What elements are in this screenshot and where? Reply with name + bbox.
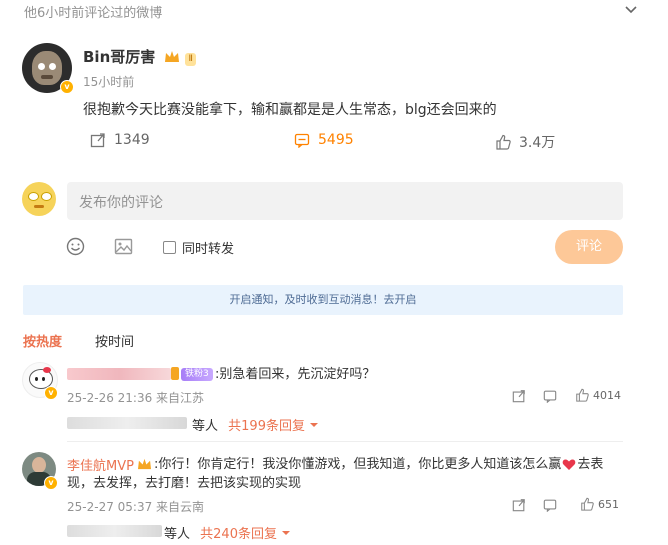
author-line: Bin哥厉害 Ⅱ [83, 46, 196, 67]
comment-input[interactable]: 发布你的评论 [67, 182, 623, 220]
caret-down-icon [282, 531, 291, 535]
thumbs-up-icon [581, 497, 594, 511]
level-badge: Ⅱ [185, 53, 196, 66]
tab-sort-time[interactable]: 按时间 [95, 331, 134, 350]
tab-sort-hot[interactable]: 按热度 [23, 331, 62, 350]
repost-option[interactable]: 同时转发 [163, 238, 234, 257]
comment-reply-icon[interactable] [543, 497, 557, 516]
heart-icon [563, 459, 576, 470]
like-button[interactable]: 3.4万 [495, 132, 555, 152]
replies-suffix: 等人 [164, 527, 191, 542]
submit-comment-button[interactable]: 评论 [555, 230, 623, 264]
comment-like-count: 4014 [593, 388, 621, 402]
thumbs-up-icon [576, 388, 589, 402]
repost-count: 1349 [114, 132, 150, 148]
repost-checkbox[interactable] [163, 241, 176, 254]
comment-author-name[interactable]: 李佳航MVP [67, 455, 134, 474]
comment-author-redacted[interactable] [67, 368, 171, 380]
emoji-icon[interactable] [66, 237, 85, 260]
my-avatar[interactable] [22, 182, 56, 216]
comment-text-line2: 现，去发挥，去打磨！去把该实现的实现 [67, 476, 302, 491]
comment-count: 5495 [318, 132, 354, 148]
reply-users-redacted[interactable] [67, 417, 187, 429]
comment-button[interactable]: 5495 [294, 132, 354, 148]
comment-meta: 25-2-27 05:37 来自云南 [67, 500, 205, 514]
comment-like-button[interactable]: 651 [580, 497, 619, 511]
comment-text: :别急着回来，先沉淀好吗？ [215, 367, 376, 382]
repost-icon [90, 133, 105, 148]
comment-input-placeholder: 发布你的评论 [79, 195, 163, 211]
repost-option-label: 同时转发 [182, 242, 235, 257]
replies-count[interactable]: 共199条回复 [228, 419, 305, 434]
section-header: 他6小时前评论过的微博 [24, 0, 644, 22]
replies-summary[interactable]: 等人 共240条回复 [164, 523, 291, 542]
crown-icon [137, 458, 151, 470]
notification-banner[interactable]: 开启通知，及时收到互动消息！去开启 [23, 285, 623, 315]
thumbs-up-icon [496, 134, 511, 150]
comment-like-count: 651 [598, 497, 619, 511]
post-text: 很抱歉今天比赛没能拿下，输和赢都是是人生常态，blg还会回来的 [83, 102, 497, 118]
comment-text-tail: 去表 [577, 457, 604, 472]
chevron-down-icon[interactable] [624, 2, 638, 20]
comment-author-line: 李佳航MVP :你行！你肯定行！我没你懂游戏，但我知道，你比更多人知道该怎么赢 … [67, 454, 603, 475]
replies-count[interactable]: 共240条回复 [200, 527, 277, 542]
comment-repost-icon[interactable] [512, 388, 526, 407]
like-count: 3.4万 [519, 135, 556, 151]
comment-meta: 25-2-26 21:36 来自江苏 [67, 391, 205, 405]
comment-text: :你行！你肯定行！我没你懂游戏，但我知道，你比更多人知道该怎么赢 [153, 457, 562, 472]
comment-like-button[interactable]: 4014 [575, 388, 621, 402]
comment-repost-icon[interactable] [512, 497, 526, 516]
post-time[interactable]: 15小时前 [83, 73, 134, 90]
fan-badge: 铁粉3 [181, 368, 213, 381]
reply-users-redacted[interactable] [67, 525, 162, 537]
verified-icon: v [44, 386, 58, 400]
caret-down-icon [310, 423, 319, 427]
verified-icon: v [44, 476, 58, 490]
replies-summary[interactable]: 等人 共199条回复 [192, 415, 319, 434]
replies-suffix: 等人 [192, 419, 219, 434]
crown-icon [171, 367, 179, 380]
comment-reply-icon[interactable] [543, 388, 557, 407]
crown-icon [165, 51, 180, 62]
divider [67, 441, 623, 442]
author-name[interactable]: Bin哥厉害 [83, 48, 155, 66]
image-icon[interactable] [114, 237, 133, 260]
section-title: 他6小时前评论过的微博 [24, 6, 163, 21]
comment-icon [294, 133, 310, 148]
repost-button[interactable]: 1349 [90, 132, 150, 148]
verified-icon: v [60, 80, 74, 94]
